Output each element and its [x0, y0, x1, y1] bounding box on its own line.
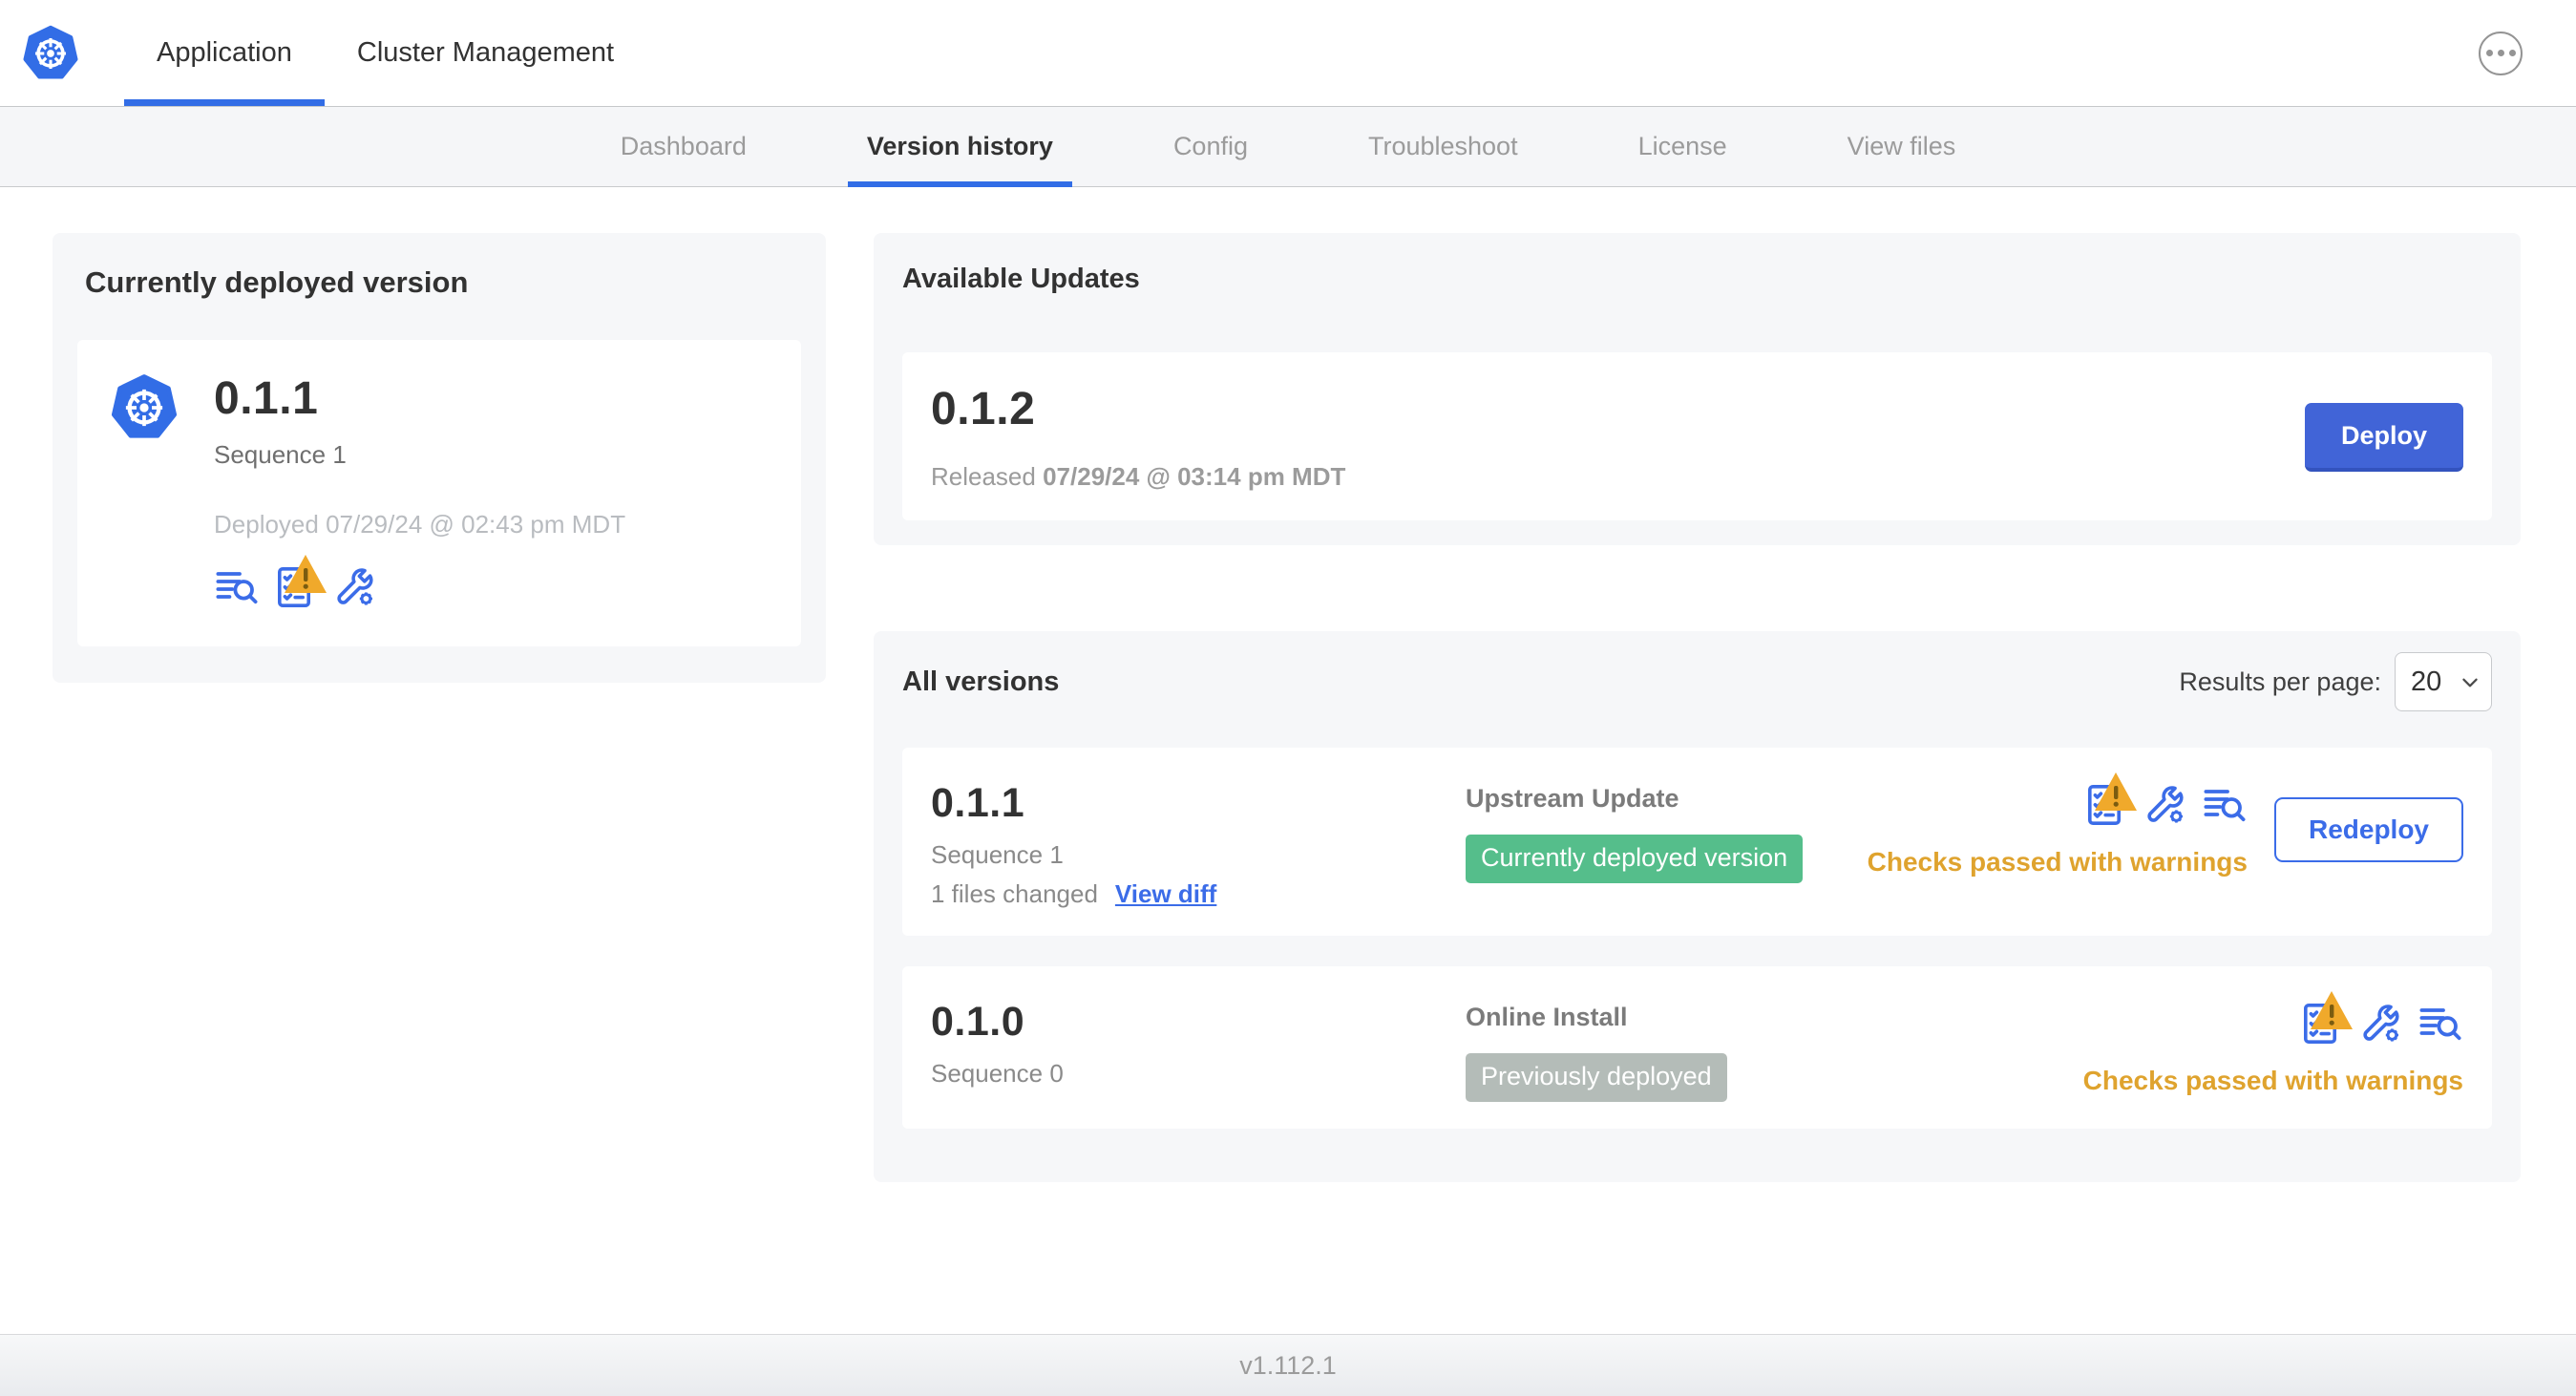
checks-status-link[interactable]: Checks passed with warnings — [2083, 1066, 2463, 1096]
tab-dashboard[interactable]: Dashboard — [602, 107, 766, 186]
all-versions-panel: All versions Results per page: 20 0.1.1 — [874, 631, 2521, 1182]
version-row-0-1-0: 0.1.0 Sequence 0 Online Install Previous… — [902, 966, 2492, 1129]
currently-deployed-card: 0.1.1 Sequence 1 Deployed 07/29/24 @ 02:… — [77, 340, 801, 646]
row-version-number: 0.1.0 — [931, 999, 1025, 1045]
tab-troubleshoot[interactable]: Troubleshoot — [1349, 107, 1537, 186]
all-versions-title: All versions — [902, 666, 1060, 697]
row-sequence: Sequence 1 — [931, 840, 1064, 869]
version-row-0-1-1: 0.1.1 Sequence 1 1 files changed View di… — [902, 748, 2492, 936]
row-files-changed: 1 files changed — [931, 879, 1098, 908]
row-version-number: 0.1.1 — [931, 780, 1025, 826]
tab-license[interactable]: License — [1619, 107, 1746, 186]
app-subnav: Dashboard Version history Config Trouble… — [0, 107, 2576, 187]
preflight-checks-icon[interactable] — [2299, 1001, 2345, 1047]
warning-icon — [2093, 769, 2139, 814]
deploy-logs-icon[interactable] — [214, 564, 260, 610]
deploy-button[interactable]: Deploy — [2304, 403, 2463, 472]
currently-deployed-badge: Currently deployed version — [1466, 835, 1804, 883]
edit-config-icon[interactable] — [332, 564, 378, 610]
more-menu-button[interactable] — [2479, 31, 2523, 75]
warning-icon — [283, 551, 328, 597]
edit-config-icon[interactable] — [2143, 782, 2188, 828]
row-source-label: Online Install — [1466, 1003, 1628, 1031]
edit-config-icon[interactable] — [2358, 1001, 2404, 1047]
current-version-deployed-timestamp: Deployed 07/29/24 @ 02:43 pm MDT — [214, 510, 626, 539]
console-version: v1.112.1 — [1239, 1350, 1337, 1380]
header-tab-application[interactable]: Application — [124, 0, 325, 106]
deploy-logs-icon[interactable] — [2202, 782, 2248, 828]
checks-status-link[interactable]: Checks passed with warnings — [1868, 847, 2248, 878]
top-header: Application Cluster Management — [0, 0, 2576, 107]
app-footer: v1.112.1 — [0, 1334, 2576, 1396]
tab-config[interactable]: Config — [1154, 107, 1267, 186]
kubernetes-app-icon — [109, 372, 179, 443]
previously-deployed-badge: Previously deployed — [1466, 1053, 1727, 1102]
main-content: Currently deployed version 0.1.1 Sequenc… — [0, 187, 2576, 1182]
deploy-logs-icon[interactable] — [2418, 1001, 2463, 1047]
available-updates-panel: Available Updates 0.1.2 Released 07/29/2… — [874, 233, 2521, 545]
redeploy-button[interactable]: Redeploy — [2273, 797, 2463, 862]
kubernetes-logo — [21, 0, 80, 106]
warning-icon — [2309, 987, 2354, 1033]
current-version-sequence: Sequence 1 — [214, 440, 347, 469]
current-version-number: 0.1.1 — [214, 373, 319, 424]
preflight-checks-icon[interactable] — [2083, 782, 2129, 828]
results-per-page-label: Results per page: — [2179, 666, 2381, 696]
header-tabs: Application Cluster Management — [124, 0, 646, 106]
ellipsis-icon — [2485, 50, 2493, 56]
tab-view-files[interactable]: View files — [1828, 107, 1975, 186]
preflight-checks-icon[interactable] — [273, 564, 319, 610]
update-version-number: 0.1.2 — [931, 384, 1036, 434]
update-released-line: Released 07/29/24 @ 03:14 pm MDT — [931, 462, 1346, 491]
tab-version-history[interactable]: Version history — [847, 107, 1073, 187]
available-updates-title: Available Updates — [902, 264, 1140, 294]
currently-deployed-panel: Currently deployed version 0.1.1 Sequenc… — [53, 233, 826, 683]
header-tab-cluster-management[interactable]: Cluster Management — [325, 0, 646, 106]
results-per-page-select[interactable]: 20 — [2395, 652, 2492, 711]
row-source-label: Upstream Update — [1466, 784, 1679, 813]
view-diff-link[interactable]: View diff — [1115, 879, 1216, 909]
currently-deployed-title: Currently deployed version — [85, 265, 469, 299]
row-sequence: Sequence 0 — [931, 1059, 1064, 1088]
available-update-card: 0.1.2 Released 07/29/24 @ 03:14 pm MDT D… — [902, 352, 2492, 520]
